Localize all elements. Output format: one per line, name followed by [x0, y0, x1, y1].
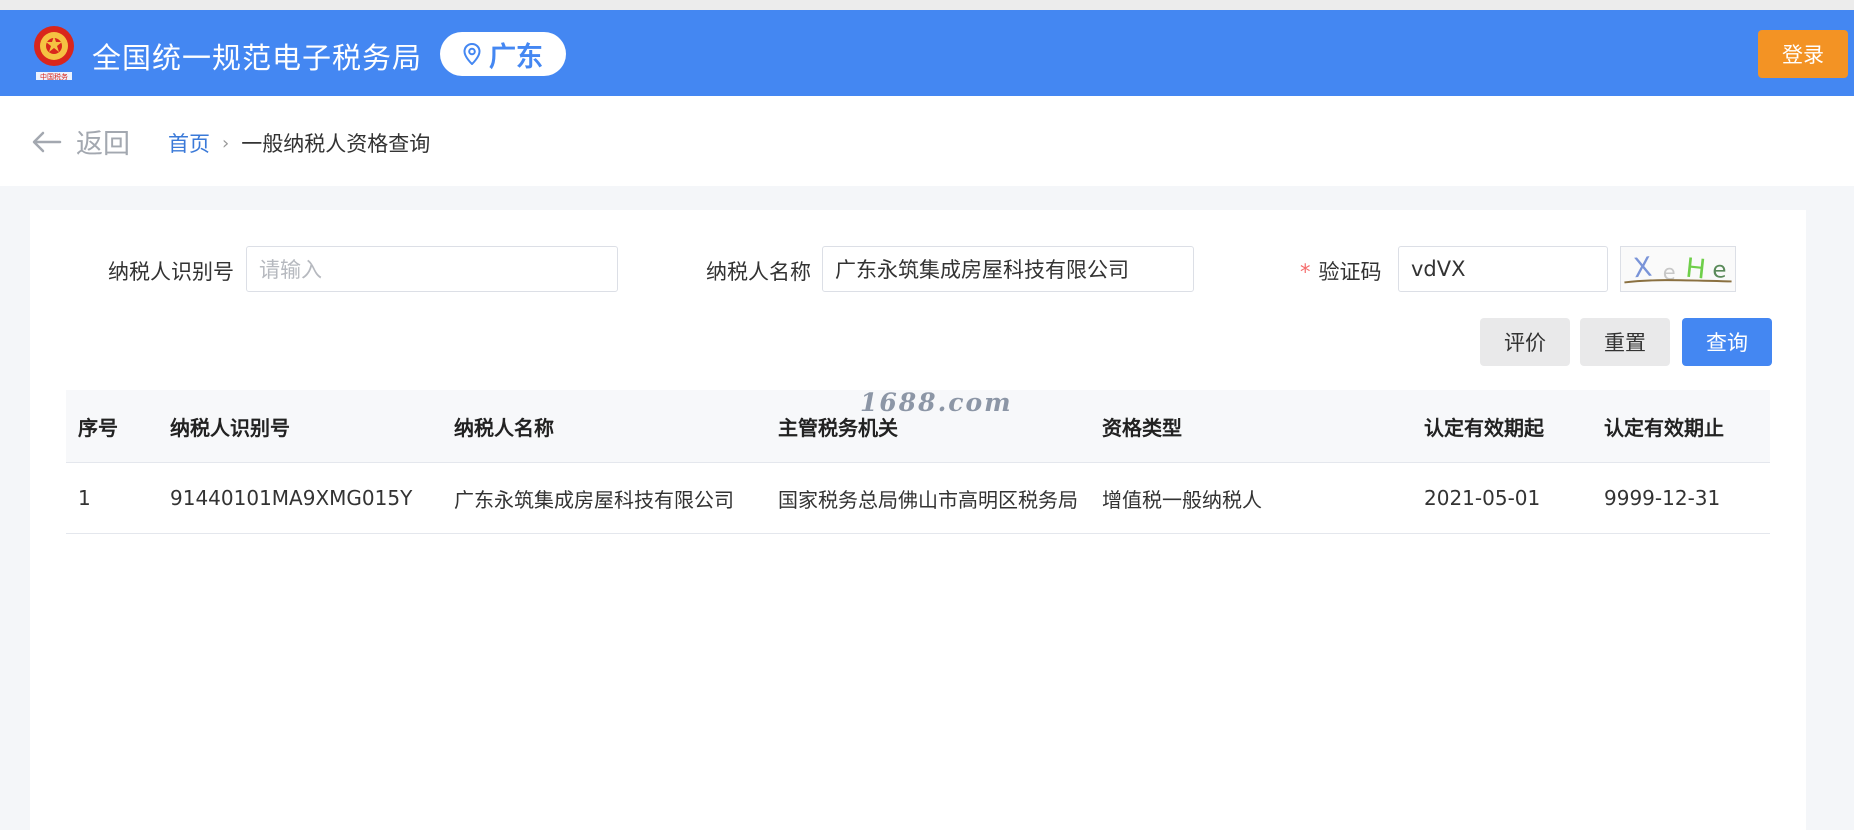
- tax-emblem-logo: 中国税务: [34, 26, 74, 81]
- query-panel: 纳税人识别号 请输入 纳税人名称 广东永筑集成房屋科技有限公司 * 验证码 vdV…: [30, 210, 1806, 830]
- top-border: [0, 0, 1854, 10]
- taxpayer-name-label: 纳税人名称: [706, 260, 811, 284]
- col-header-valid-to: 认定有效期止: [1604, 415, 1724, 440]
- back-label: 返回: [76, 129, 130, 160]
- taxpayer-id-input[interactable]: 请输入: [246, 246, 618, 292]
- cell-tax-authority: 国家税务总局佛山市高明区税务局: [778, 487, 1078, 512]
- cell-valid-to: 9999-12-31: [1604, 486, 1721, 510]
- cell-tax-authority-wrap: 国家税务总局佛山市高明区税务局: [778, 463, 1078, 533]
- query-form: 纳税人识别号 请输入 纳税人名称 广东永筑集成房屋科技有限公司 * 验证码 vdV…: [30, 246, 1806, 294]
- evaluate-button[interactable]: 评价: [1480, 318, 1570, 366]
- region-label: 广东: [489, 41, 543, 73]
- login-button[interactable]: 登录: [1758, 30, 1848, 78]
- watermark: 1688.com: [860, 388, 1013, 417]
- col-header-taxpayer-id: 纳税人识别号: [170, 415, 290, 440]
- site-header: 中国税务 全国统一规范电子税务局 广东 登录: [0, 10, 1854, 96]
- captcha-label-group: * 验证码: [1300, 256, 1382, 286]
- breadcrumb-current: 一般纳税人资格查询: [241, 132, 431, 156]
- captcha-image[interactable]: X e H e: [1620, 246, 1736, 292]
- cell-taxpayer-id: 91440101MA9XMG015Y: [170, 486, 413, 510]
- emblem-text: 中国税务: [40, 72, 68, 81]
- region-selector[interactable]: 广东: [440, 32, 566, 76]
- col-header-taxpayer-name: 纳税人名称: [454, 415, 554, 440]
- breadcrumb-bar: 返回 首页 › 一般纳税人资格查询: [0, 96, 1854, 186]
- cell-index: 1: [78, 486, 91, 510]
- col-header-qualification-type: 资格类型: [1102, 415, 1182, 440]
- table-row: 1 91440101MA9XMG015Y 广东永筑集成房屋科技有限公司 国家税务…: [66, 463, 1770, 534]
- arrow-left-icon: [32, 131, 62, 152]
- breadcrumb-home-link[interactable]: 首页: [168, 128, 210, 158]
- captcha-char: X: [1632, 252, 1653, 285]
- query-button[interactable]: 查询: [1682, 318, 1772, 366]
- location-pin-icon: [463, 43, 481, 65]
- reset-button[interactable]: 重置: [1580, 318, 1670, 366]
- required-mark: *: [1300, 260, 1311, 284]
- breadcrumb-separator: ›: [222, 132, 230, 154]
- taxpayer-name-input[interactable]: 广东永筑集成房屋科技有限公司: [822, 246, 1194, 292]
- breadcrumb: 首页 › 一般纳税人资格查询: [168, 128, 430, 158]
- cell-taxpayer-name: 广东永筑集成房屋科技有限公司: [454, 487, 734, 512]
- captcha-char: e: [1712, 258, 1726, 284]
- captcha-input[interactable]: vdVX: [1398, 246, 1608, 292]
- cell-valid-from: 2021-05-01: [1424, 486, 1541, 510]
- cell-qualification-type: 增值税一般纳税人: [1102, 487, 1262, 512]
- col-header-index: 序号: [78, 415, 118, 440]
- col-header-valid-from: 认定有效期起: [1424, 415, 1544, 440]
- site-title: 全国统一规范电子税务局: [92, 41, 423, 75]
- captcha-label: 验证码: [1318, 260, 1382, 284]
- back-button[interactable]: 返回: [32, 122, 130, 161]
- taxpayer-id-label: 纳税人识别号: [108, 260, 234, 284]
